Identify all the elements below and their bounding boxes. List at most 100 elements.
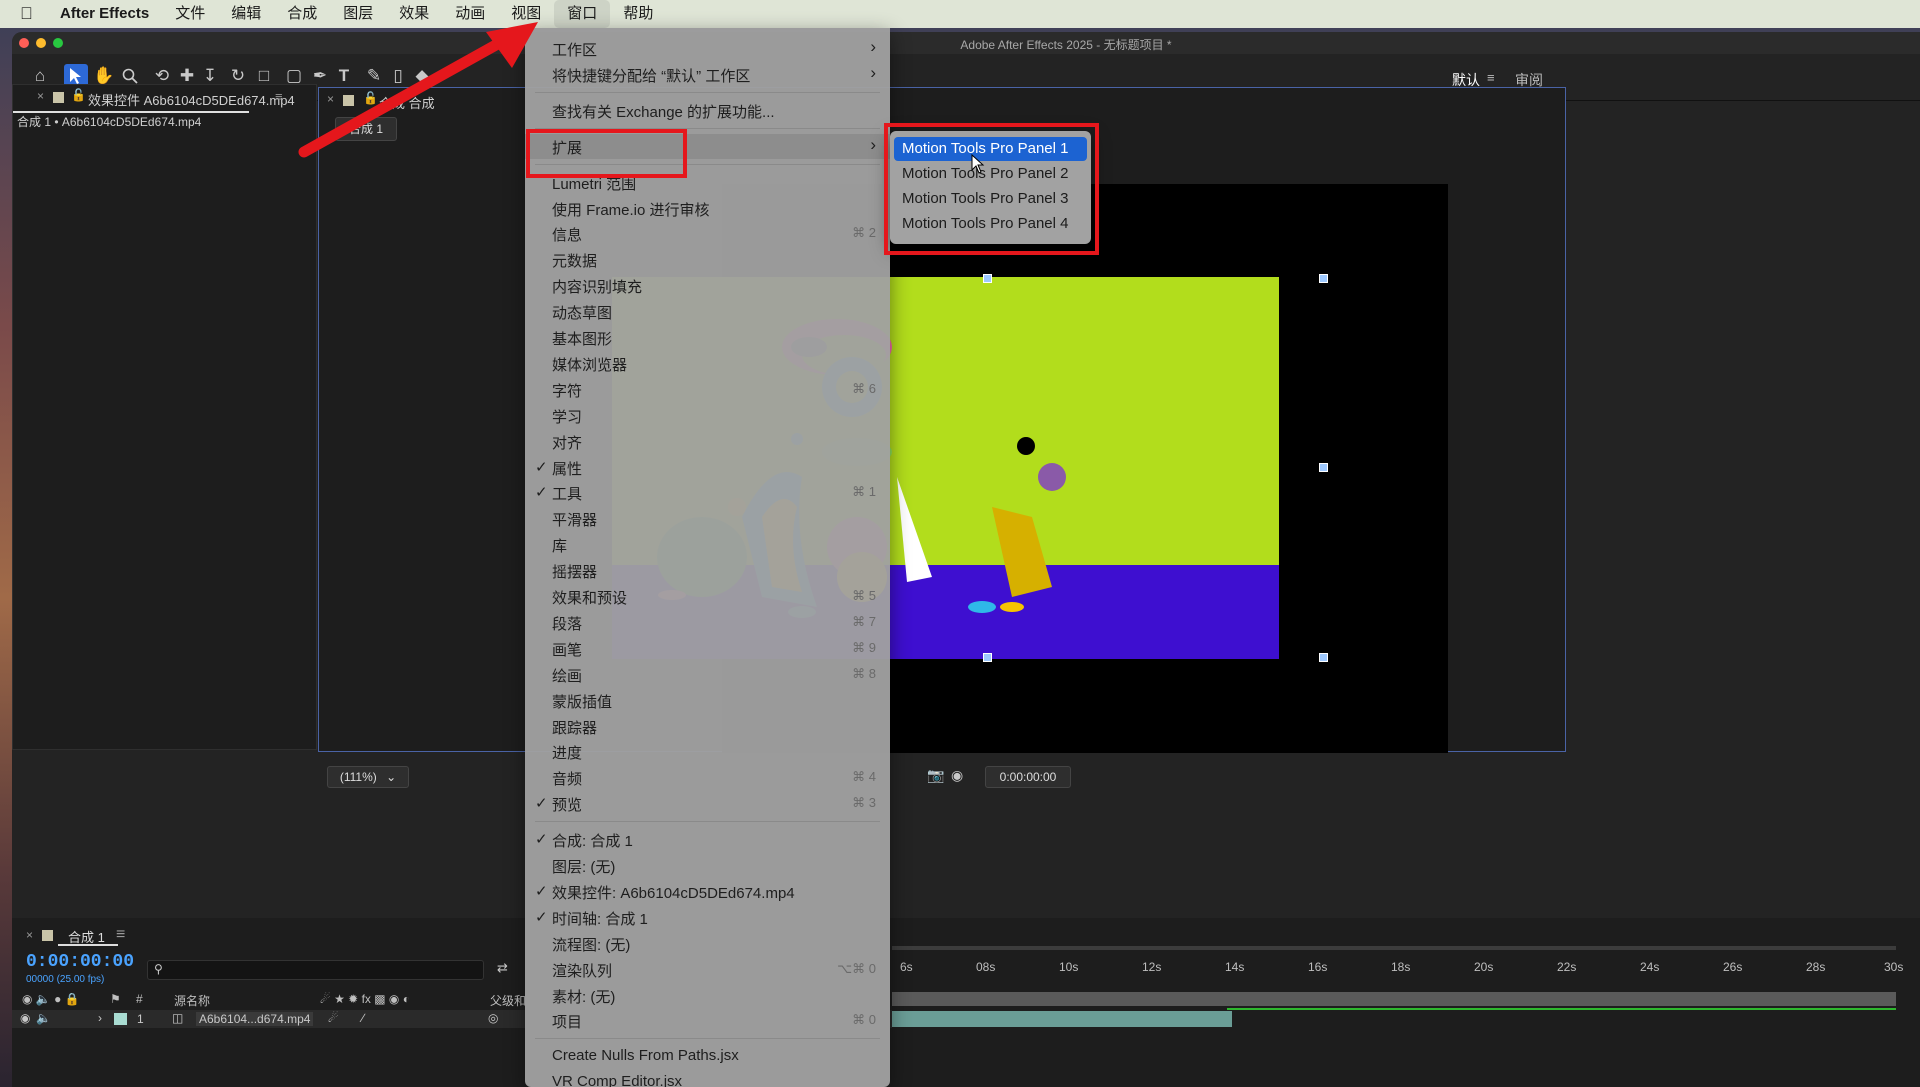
window-menu-item[interactable]: ✓ 预览 ⌘ 3 bbox=[525, 791, 890, 816]
window-menu-item[interactable]: 进度 bbox=[525, 739, 890, 764]
menu-item-shortcut: ⌘ 5 bbox=[852, 588, 876, 603]
submenu-chevron-icon: › bbox=[870, 134, 876, 154]
transform-handle[interactable] bbox=[1319, 463, 1328, 472]
menu-item-label: 动态草图 bbox=[552, 305, 613, 323]
window-menu-item[interactable]: 库 bbox=[525, 532, 890, 557]
annotation-arrow-icon bbox=[298, 22, 538, 158]
window-menu-item[interactable]: 学习 bbox=[525, 403, 890, 428]
window-menu-item[interactable]: 工作区 › bbox=[525, 36, 890, 61]
window-menu-item[interactable]: 媒体浏览器 bbox=[525, 351, 890, 376]
source-name-header[interactable]: 源名称 bbox=[174, 992, 210, 1009]
current-time-display[interactable]: 0:00:00:00 bbox=[985, 766, 1071, 788]
menu-item-label: 蒙版插值 bbox=[552, 693, 613, 711]
window-menu-item[interactable]: 段落 ⌘ 7 bbox=[525, 610, 890, 635]
menu-edit[interactable]: 编辑 bbox=[218, 0, 274, 28]
window-menu-item[interactable]: ✓ 合成: 合成 1 bbox=[525, 827, 890, 852]
magnification-dropdown[interactable]: (111%) ⌄ bbox=[327, 766, 409, 788]
ruler-tick-label: 14s bbox=[1225, 960, 1245, 974]
panel-menu-icon[interactable]: ≡ bbox=[116, 926, 125, 944]
window-menu-item[interactable]: 字符 ⌘ 6 bbox=[525, 377, 890, 402]
window-menu-item[interactable]: 内容识别填充 bbox=[525, 273, 890, 298]
panel-menu-icon[interactable]: ≡ bbox=[275, 89, 283, 104]
checkmark-icon: ✓ bbox=[535, 458, 548, 476]
window-menu-item[interactable]: ✓ 属性 bbox=[525, 455, 890, 480]
window-menu-item[interactable]: 对齐 bbox=[525, 429, 890, 454]
shy-switch-icon[interactable]: ☄ bbox=[328, 1011, 339, 1025]
window-menu-item[interactable]: 图层: (无) bbox=[525, 853, 890, 878]
snapshot-camera-icon[interactable]: 📷 bbox=[927, 767, 944, 784]
workspace-menu-icon[interactable]: ≡ bbox=[1487, 70, 1495, 85]
transform-handle[interactable] bbox=[983, 274, 992, 283]
window-menu-item[interactable]: 蒙版插值 bbox=[525, 688, 890, 713]
window-menu-item[interactable]: 跟踪器 bbox=[525, 714, 890, 739]
timeline-search-input[interactable]: ⚲ bbox=[147, 960, 484, 980]
timeline-current-time[interactable]: 0:00:00:00 bbox=[26, 952, 134, 972]
layer-name[interactable]: A6b6104...d674.mp4 bbox=[196, 1012, 314, 1026]
audio-icon[interactable]: 🔈 bbox=[36, 1011, 51, 1025]
window-menu-item[interactable]: 流程图: (无) bbox=[525, 931, 890, 956]
menu-item-shortcut: ⌘ 1 bbox=[852, 484, 876, 500]
menu-item-label: 属性 bbox=[552, 460, 583, 478]
window-menu-item[interactable]: ✓ 工具 ⌘ 1 bbox=[525, 480, 890, 505]
window-menu-item[interactable]: 将快捷键分配给 “默认” 工作区 › bbox=[525, 62, 890, 87]
window-menu-item[interactable]: 查找有关 Exchange 的扩展功能... bbox=[525, 98, 890, 123]
ruler-tick-label: 24s bbox=[1640, 960, 1660, 974]
menu-item-label: 图层: (无) bbox=[552, 859, 616, 876]
window-menu-item[interactable]: 元数据 bbox=[525, 247, 890, 272]
menu-item-label: 流程图: (无) bbox=[552, 936, 631, 954]
window-menu-item[interactable]: 渲染队列 ⌥⌘ 0 bbox=[525, 957, 890, 982]
work-area-bar[interactable] bbox=[892, 946, 1896, 950]
show-snapshot-icon[interactable]: ◉ bbox=[951, 767, 963, 784]
window-menu-item[interactable]: 绘画 ⌘ 8 bbox=[525, 662, 890, 687]
menu-item-label: 素材: (无) bbox=[552, 988, 616, 1006]
window-menu-item[interactable]: 音频 ⌘ 4 bbox=[525, 765, 890, 790]
ruler-tick-label: 18s bbox=[1391, 960, 1411, 974]
window-menu-item[interactable]: 摇摆器 bbox=[525, 558, 890, 583]
window-menu-item[interactable]: 使用 Frame.io 进行审核 bbox=[525, 196, 890, 221]
window-menu-item[interactable]: 平滑器 bbox=[525, 506, 890, 531]
window-menu-item[interactable]: 动态草图 bbox=[525, 299, 890, 324]
window-menu-item[interactable]: ✓ 效果控件: A6b6104cD5DEd674.mp4 bbox=[525, 879, 890, 904]
menu-help[interactable]: 帮助 bbox=[610, 0, 666, 28]
duration-bar[interactable] bbox=[892, 992, 1896, 1006]
menu-item-label: 库 bbox=[552, 538, 568, 556]
panel-color-icon bbox=[42, 930, 53, 941]
transform-handle[interactable] bbox=[1319, 274, 1328, 283]
close-tab-icon[interactable]: × bbox=[37, 89, 44, 103]
layer-label-color[interactable] bbox=[114, 1013, 127, 1025]
time-ruler[interactable]: 6s 08s 10s 12s 14s 16s 18s 20s 22s 24s 2… bbox=[892, 946, 1903, 974]
apple-menu-icon[interactable]:  bbox=[20, 4, 50, 24]
menu-item-shortcut: ⌘ 9 bbox=[852, 639, 876, 655]
menu-file[interactable]: 文件 bbox=[162, 0, 218, 28]
window-menu-item[interactable]: 效果和预设 ⌘ 5 bbox=[525, 584, 890, 609]
window-menu-item[interactable]: Create Nulls From Paths.jsx bbox=[525, 1044, 890, 1069]
window-menu-item[interactable]: 画笔 ⌘ 9 bbox=[525, 636, 890, 661]
effect-controls-tab[interactable]: 效果控件 A6b6104cD5DEd674.mp4 bbox=[88, 90, 295, 109]
window-menu-item[interactable]: 基本图形 bbox=[525, 325, 890, 350]
cache-indicator bbox=[1227, 1008, 1896, 1010]
expand-arrow-icon[interactable]: › bbox=[98, 1011, 102, 1025]
quality-switch-icon[interactable]: ∕ bbox=[362, 1011, 364, 1025]
lock-icon[interactable]: 🔓 bbox=[71, 88, 86, 102]
window-menu-item[interactable]: 信息 ⌘ 2 bbox=[525, 221, 890, 246]
window-menu-item[interactable]: 素材: (无) bbox=[525, 983, 890, 1008]
window-menu-item[interactable]: 项目 ⌘ 0 bbox=[525, 1008, 890, 1033]
checkmark-icon: ✓ bbox=[535, 831, 548, 849]
menu-window[interactable]: 窗口 bbox=[554, 0, 611, 28]
transform-handle[interactable] bbox=[983, 653, 992, 662]
window-menu-item[interactable]: ✓ 时间轴: 合成 1 bbox=[525, 905, 890, 930]
layer-number-header: # bbox=[136, 992, 143, 1006]
menu-separator bbox=[535, 1038, 880, 1040]
app-menu[interactable]: After Effects bbox=[50, 0, 162, 28]
layer-duration-bar[interactable] bbox=[892, 1011, 1232, 1027]
menu-item-shortcut: ⌘ 8 bbox=[852, 665, 876, 681]
menu-item-label: 平滑器 bbox=[552, 512, 598, 530]
close-tab-icon[interactable]: × bbox=[26, 928, 33, 942]
visibility-eye-icon[interactable]: ◉ bbox=[20, 1011, 30, 1025]
pickwhip-icon[interactable]: ◎ bbox=[488, 1011, 498, 1025]
menu-item-label: 字符 bbox=[552, 382, 583, 400]
comp-flowchart-icon[interactable]: ⇄ bbox=[497, 960, 508, 976]
effect-controls-tabbar: × 🔓 效果控件 A6b6104cD5DEd674.mp4 ≡ bbox=[13, 85, 316, 111]
window-menu-item[interactable]: VR Comp Editor.jsx bbox=[525, 1070, 890, 1087]
transform-handle[interactable] bbox=[1319, 653, 1328, 662]
